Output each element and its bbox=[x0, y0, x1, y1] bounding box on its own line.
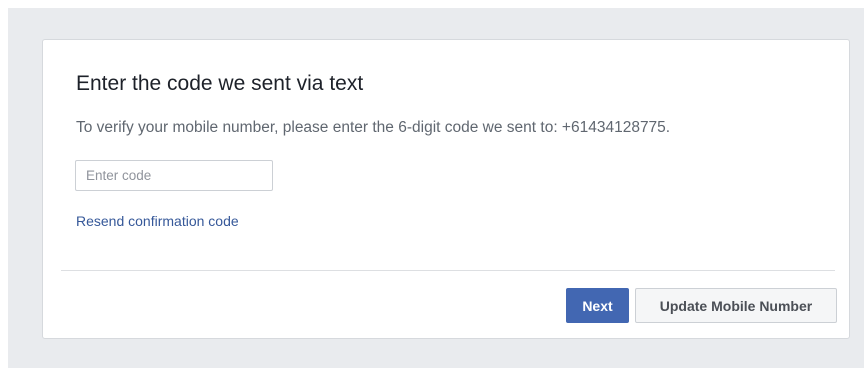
update-mobile-number-button[interactable]: Update Mobile Number bbox=[635, 288, 837, 323]
next-button[interactable]: Next bbox=[566, 288, 629, 323]
dialog-title: Enter the code we sent via text bbox=[76, 72, 364, 95]
resend-code-link[interactable]: Resend confirmation code bbox=[76, 213, 239, 229]
verify-code-dialog: Enter the code we sent via text To verif… bbox=[42, 39, 850, 339]
dialog-description: To verify your mobile number, please ent… bbox=[76, 119, 671, 136]
footer-divider bbox=[61, 270, 835, 271]
code-input[interactable] bbox=[75, 160, 273, 191]
